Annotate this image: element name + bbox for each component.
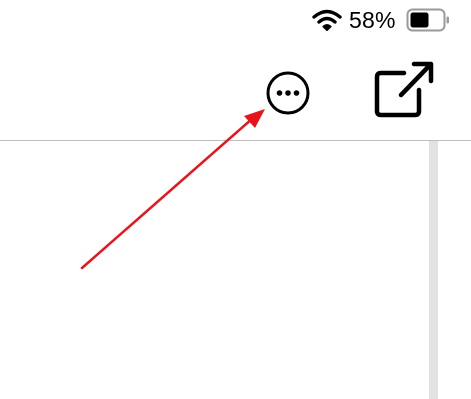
status-bar: 58% [0, 0, 471, 40]
app-screen: 58% [0, 0, 471, 399]
battery-percent: 58% [349, 7, 396, 33]
wifi-icon [312, 9, 342, 31]
battery-level-fill [410, 12, 429, 28]
ellipsis-circle-icon [266, 71, 310, 115]
vertical-scrollbar[interactable] [429, 141, 438, 399]
content-area [0, 141, 471, 399]
more-options-button[interactable] [264, 69, 312, 117]
share-button[interactable] [372, 60, 436, 120]
battery-icon [406, 8, 449, 32]
share-external-icon [374, 61, 434, 118]
